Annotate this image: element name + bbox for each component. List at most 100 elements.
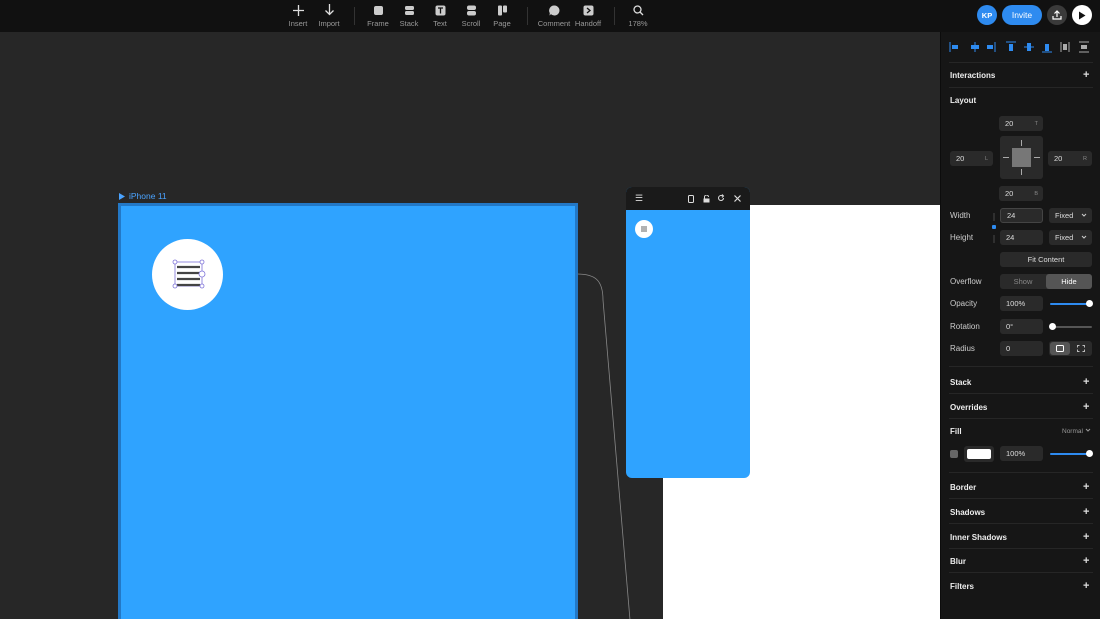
play-triangle-icon xyxy=(119,192,125,200)
fill-opacity-field[interactable]: 100% xyxy=(1000,446,1043,461)
fill-color-swatch[interactable] xyxy=(964,446,994,462)
rotation-slider-knob[interactable] xyxy=(1049,323,1056,330)
corners-icon xyxy=(1077,345,1085,352)
lock-icon[interactable] xyxy=(703,195,710,203)
filters-title: Filters xyxy=(950,582,975,591)
fill-opacity-slider-knob[interactable] xyxy=(1086,450,1093,457)
frame-title-text: iPhone 11 xyxy=(129,191,167,201)
preview-play-button[interactable] xyxy=(1072,5,1092,25)
invite-button[interactable]: Invite xyxy=(1002,5,1042,25)
frame-icon xyxy=(373,3,384,17)
overflow-hide-option[interactable]: Hide xyxy=(1046,274,1092,289)
opacity-slider-knob[interactable] xyxy=(1086,300,1093,307)
align-right-icon xyxy=(987,42,996,52)
padding-left-field[interactable]: 20 L xyxy=(950,151,993,166)
fill-blend-value: Normal xyxy=(1062,428,1083,435)
opacity-field[interactable]: 100% xyxy=(1000,296,1043,311)
fill-opacity-slider-track[interactable] xyxy=(1050,453,1090,455)
padding-top-suffix: T xyxy=(1034,120,1038,127)
add-blur-plus-icon[interactable]: + xyxy=(1083,555,1089,567)
comment-tool[interactable]: Comment xyxy=(536,3,572,28)
radius-uniform-option[interactable] xyxy=(1050,342,1070,355)
rotation-field[interactable]: 0° xyxy=(1000,319,1043,334)
padding-right-field[interactable]: 20 R xyxy=(1048,151,1092,166)
distribute-vertical-icon xyxy=(1079,41,1089,53)
menu-button-element[interactable] xyxy=(152,239,223,310)
search-icon xyxy=(632,3,644,17)
section-divider xyxy=(949,498,1093,499)
height-mode-select[interactable]: Fixed xyxy=(1049,230,1092,245)
rotation-label: Rotation xyxy=(950,322,980,331)
import-label: Import xyxy=(318,19,340,28)
properties-panel: Interactions + Layout 20 T 20 L 20 R 20 … xyxy=(940,32,1100,619)
preview-menu-button[interactable] xyxy=(635,220,653,238)
add-override-plus-icon[interactable]: + xyxy=(1083,401,1089,413)
rotation-slider-track[interactable] xyxy=(1050,326,1092,328)
comment-icon xyxy=(548,3,560,17)
avatar[interactable]: KP xyxy=(977,5,997,25)
distribute-horizontal-icon xyxy=(1060,42,1070,52)
add-shadow-plus-icon[interactable]: + xyxy=(1083,506,1089,518)
handoff-label: Handoff xyxy=(574,19,602,28)
height-field[interactable]: 24 xyxy=(1000,230,1043,245)
zoom-label: 178% xyxy=(628,19,648,28)
fill-color-white xyxy=(967,449,991,459)
refresh-icon[interactable] xyxy=(717,194,725,202)
add-interaction-plus-icon[interactable]: + xyxy=(1083,69,1089,81)
preview-window[interactable]: ☰ xyxy=(626,187,750,478)
overflow-show-option[interactable]: Show xyxy=(1000,274,1046,289)
zoom-tool[interactable]: 178% xyxy=(620,3,656,28)
fit-content-button[interactable]: Fit Content xyxy=(1000,252,1092,267)
page-tool[interactable]: Page xyxy=(484,3,520,28)
radius-field[interactable]: 0 xyxy=(1000,341,1043,356)
device-icon[interactable] xyxy=(688,195,694,203)
width-mode-value: Fixed xyxy=(1055,211,1074,220)
chevron-down-icon xyxy=(1085,428,1091,432)
fill-blend-select[interactable]: Normal xyxy=(1062,428,1091,435)
align-bottom-icon xyxy=(1042,44,1052,53)
close-icon[interactable] xyxy=(734,195,741,202)
publish-button[interactable] xyxy=(1047,5,1067,25)
menu-icon[interactable]: ☰ xyxy=(635,193,643,204)
page-icon xyxy=(497,3,508,17)
handoff-icon xyxy=(583,3,594,17)
add-stack-plus-icon[interactable]: + xyxy=(1083,376,1089,388)
stack-icon xyxy=(404,3,415,17)
width-label: Width xyxy=(950,211,971,220)
frame-label: Frame xyxy=(367,19,389,28)
import-tool[interactable]: Import xyxy=(311,3,347,28)
hamburger-icon xyxy=(641,226,647,232)
frame-title[interactable]: iPhone 11 xyxy=(119,191,167,201)
opacity-slider-track[interactable] xyxy=(1050,303,1090,305)
plus-icon xyxy=(292,3,304,17)
section-divider xyxy=(949,548,1093,549)
radius-individual-option[interactable] xyxy=(1071,342,1091,355)
height-label: Height xyxy=(950,233,974,242)
section-divider xyxy=(949,472,1093,473)
add-filter-plus-icon[interactable]: + xyxy=(1083,580,1089,592)
preview-toolbar: ☰ xyxy=(626,187,750,210)
height-value: 24 xyxy=(1006,233,1015,242)
add-border-plus-icon[interactable]: + xyxy=(1083,481,1089,493)
fill-visibility-checkbox[interactable] xyxy=(950,450,958,458)
radius-mode-toggle xyxy=(1049,341,1092,356)
hamburger-icon xyxy=(172,259,206,289)
section-divider xyxy=(949,572,1093,573)
square-icon xyxy=(1056,345,1064,352)
chevron-down-icon xyxy=(1081,213,1087,217)
padding-top-field[interactable]: 20 T xyxy=(999,116,1043,131)
inner-shadows-title: Inner Shadows xyxy=(950,533,1007,542)
width-mode-select[interactable]: Fixed xyxy=(1049,208,1092,223)
width-field[interactable]: 24 xyxy=(1000,208,1043,223)
alignment-toolbar xyxy=(949,41,1089,53)
overflow-toggle: Show Hide xyxy=(1000,274,1092,289)
padding-bottom-value: 20 xyxy=(1005,189,1014,198)
upload-icon xyxy=(1052,10,1062,20)
handoff-tool[interactable]: Handoff xyxy=(570,3,606,28)
padding-preview-box xyxy=(1000,136,1043,179)
align-top-icon xyxy=(1006,41,1016,51)
stack-label: Stack xyxy=(399,19,419,28)
aspect-lock-icon[interactable] xyxy=(991,212,997,244)
add-inner-shadow-plus-icon[interactable]: + xyxy=(1083,531,1089,543)
padding-bottom-field[interactable]: 20 B xyxy=(999,186,1043,201)
